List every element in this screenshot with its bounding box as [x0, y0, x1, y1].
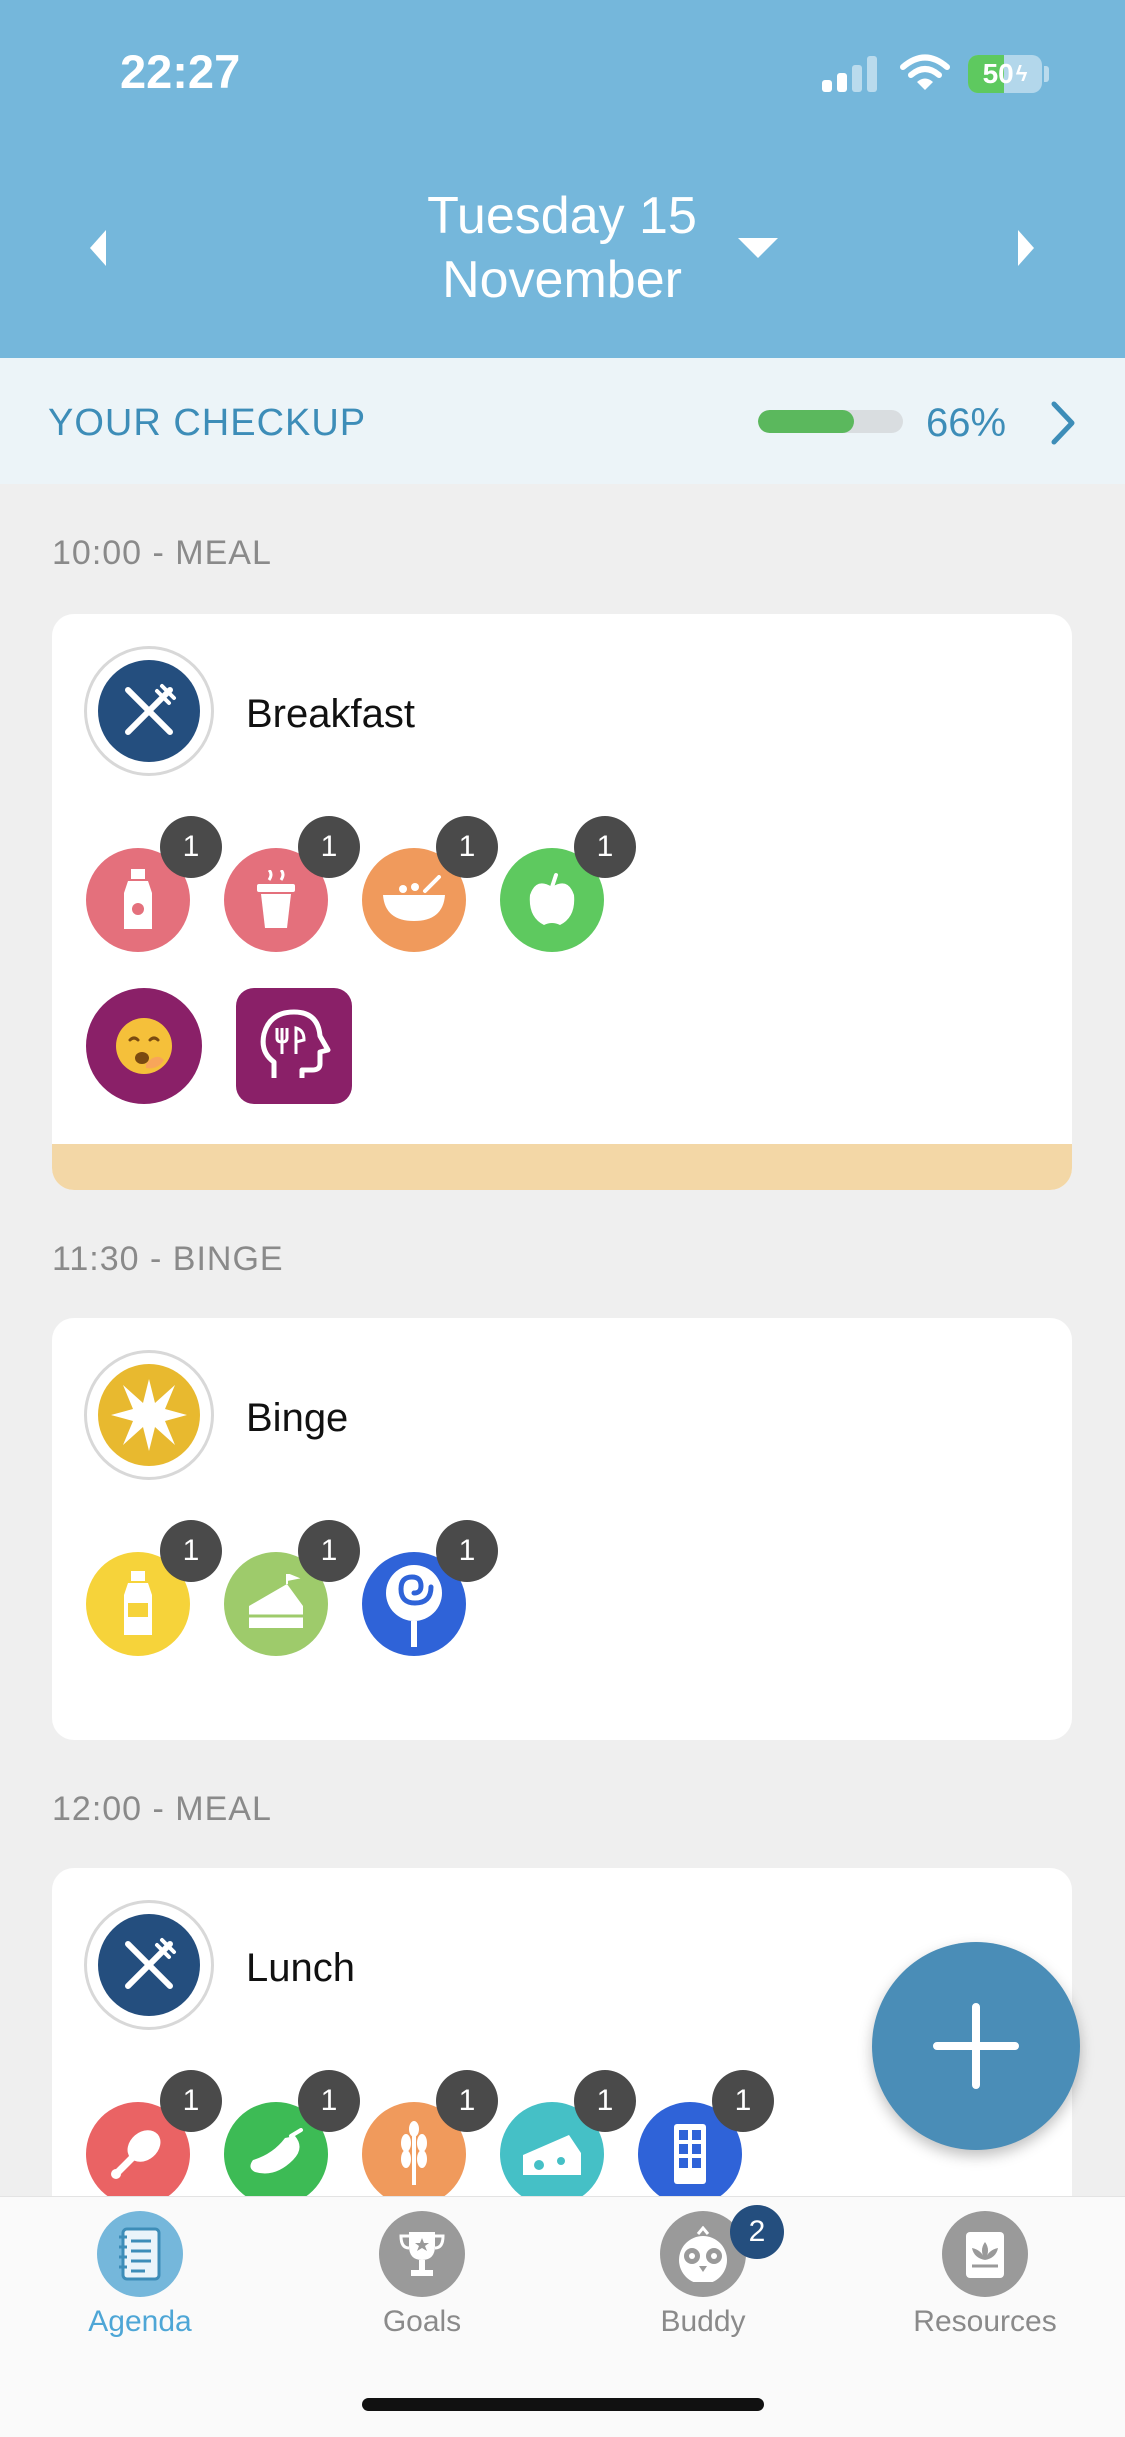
trophy-icon [379, 2211, 465, 2297]
entry-note-bar [52, 1144, 1072, 1190]
chevron-right-icon[interactable] [1048, 400, 1078, 446]
tab-buddy[interactable]: 2 Buddy [563, 2205, 843, 2339]
item-count-badge: 1 [298, 816, 360, 878]
entry-time-label: 11:30 - BINGE [52, 1240, 284, 1278]
tab-resources[interactable]: Resources [845, 2211, 1125, 2339]
checkup-title: YOUR CHECKUP [48, 402, 367, 444]
battery-icon: 50 ϟ [968, 55, 1042, 93]
entry-card-binge[interactable]: Binge 1 1 1 [52, 1318, 1072, 1740]
signal-icon [822, 56, 878, 92]
yawning-face-icon [86, 988, 202, 1104]
status-time: 22:27 [120, 45, 241, 98]
agenda-notebook-icon [97, 2211, 183, 2297]
burst-icon [98, 1364, 200, 1466]
resources-lotus-book-icon [942, 2211, 1028, 2297]
tab-label: Agenda [88, 2305, 192, 2338]
item-count-badge: 1 [574, 2070, 636, 2132]
charging-bolt-icon: ϟ [1015, 61, 1028, 86]
tab-label: Goals [382, 2305, 462, 2338]
entry-time-label: 10:00 - MEAL [52, 534, 272, 572]
tab-agenda[interactable]: Agenda [0, 2211, 280, 2339]
item-count-badge: 1 [436, 1520, 498, 1582]
buddy-notification-badge: 2 [730, 2205, 784, 2259]
tab-label: Buddy [660, 2305, 746, 2338]
entry-card-breakfast[interactable]: Breakfast 1 1 1 1 [52, 614, 1072, 1190]
fork-knife-icon [98, 1914, 200, 2016]
wifi-icon [900, 54, 950, 90]
plus-icon [933, 2003, 1019, 2089]
entry-time-label: 12:00 - MEAL [52, 1790, 272, 1828]
checkup-percent: 66% [926, 401, 1007, 445]
tab-label: Resources [913, 2305, 1057, 2338]
item-count-badge: 1 [436, 2070, 498, 2132]
entry-title: Breakfast [246, 692, 415, 736]
meal-avatar [84, 1900, 214, 2030]
checkup-progress-bar [758, 410, 903, 433]
add-entry-button[interactable] [872, 1942, 1080, 2150]
head-eating-thought-icon [236, 988, 352, 1104]
item-count-badge: 1 [160, 2070, 222, 2132]
item-count-badge: 1 [160, 1520, 222, 1582]
previous-day-arrow[interactable] [82, 226, 116, 270]
meal-avatar [84, 1350, 214, 1480]
entry-title: Lunch [246, 1946, 355, 1990]
home-indicator [362, 2398, 764, 2411]
item-count-badge: 1 [160, 816, 222, 878]
date-dropdown-icon[interactable] [736, 236, 780, 260]
item-count-badge: 1 [298, 1520, 360, 1582]
checkup-progress-fill [758, 410, 854, 433]
item-count-badge: 1 [298, 2070, 360, 2132]
item-count-badge: 1 [574, 816, 636, 878]
meal-avatar [84, 646, 214, 776]
buddy-owl-icon: 2 [660, 2205, 784, 2297]
item-count-badge: 1 [712, 2070, 774, 2132]
battery-level: 50 [982, 58, 1014, 89]
entry-title: Binge [246, 1396, 349, 1440]
tab-goals[interactable]: Goals [282, 2211, 562, 2339]
item-count-badge: 1 [436, 816, 498, 878]
battery-cap [1044, 66, 1049, 82]
next-day-arrow[interactable] [1008, 226, 1042, 270]
fork-knife-icon [98, 660, 200, 762]
